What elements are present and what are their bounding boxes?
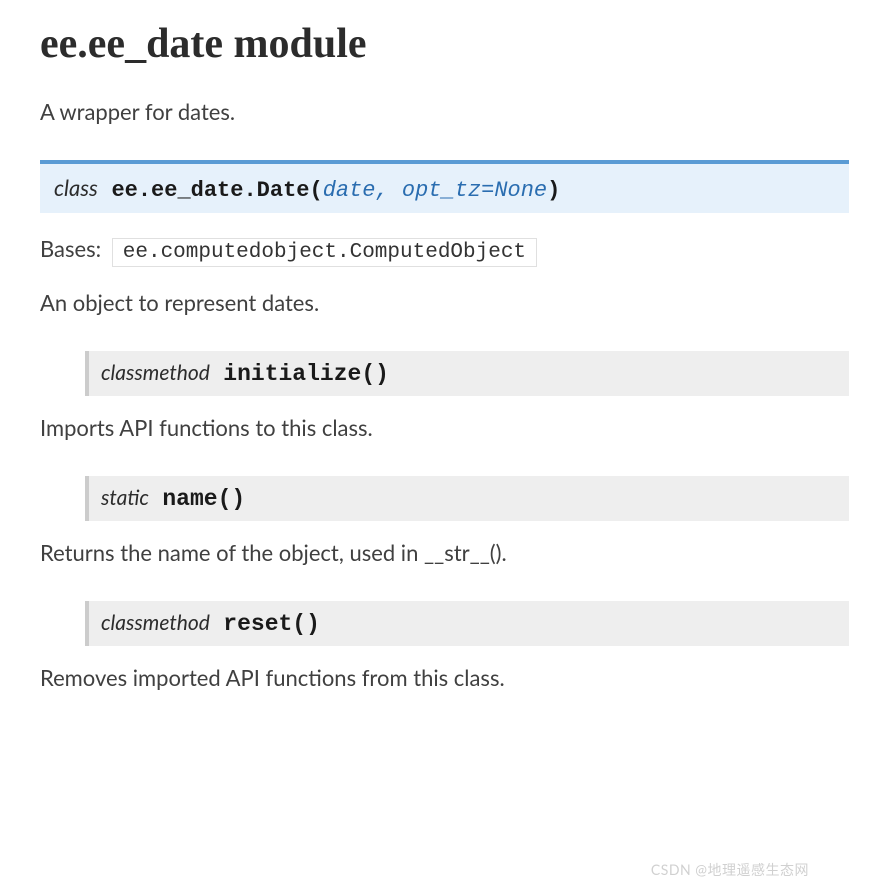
method-signature-name: static name(): [85, 476, 849, 521]
method-description: Returns the name of the object, used in …: [40, 539, 849, 566]
class-keyword: class: [54, 174, 98, 201]
watermark: CSDN @地理遥感生态网: [651, 860, 809, 880]
method-signature-initialize: classmethod initialize(): [85, 351, 849, 396]
class-params: date, opt_tz=None: [323, 178, 547, 203]
method-name: initialize: [223, 361, 361, 387]
method-name: reset: [223, 611, 292, 637]
method-keyword: classmethod: [101, 610, 210, 635]
paren-open: (: [292, 611, 306, 637]
bases-value: ee.computedobject.ComputedObject: [112, 238, 537, 267]
paren-close: ): [375, 361, 389, 387]
bases-label: Bases:: [40, 235, 101, 262]
method-description: Imports API functions to this class.: [40, 414, 849, 441]
paren-close: ): [306, 611, 320, 637]
method-keyword: classmethod: [101, 360, 210, 385]
module-intro: A wrapper for dates.: [40, 98, 849, 125]
method-description: Removes imported API functions from this…: [40, 664, 849, 691]
page-title: ee.ee_date module: [40, 20, 849, 68]
method-name: name: [162, 486, 217, 512]
paren-open: (: [218, 486, 232, 512]
paren-close: ): [231, 486, 245, 512]
bases-row: Bases: ee.computedobject.ComputedObject: [40, 235, 849, 267]
paren-open: (: [309, 178, 322, 203]
class-description: An object to represent dates.: [40, 289, 849, 316]
paren-open: (: [361, 361, 375, 387]
class-name: ee.ee_date.Date: [111, 178, 309, 203]
paren-close: ): [547, 178, 560, 203]
method-signature-reset: classmethod reset(): [85, 601, 849, 646]
class-signature: class ee.ee_date.Date(date, opt_tz=None): [40, 160, 849, 213]
method-keyword: static: [101, 485, 149, 510]
